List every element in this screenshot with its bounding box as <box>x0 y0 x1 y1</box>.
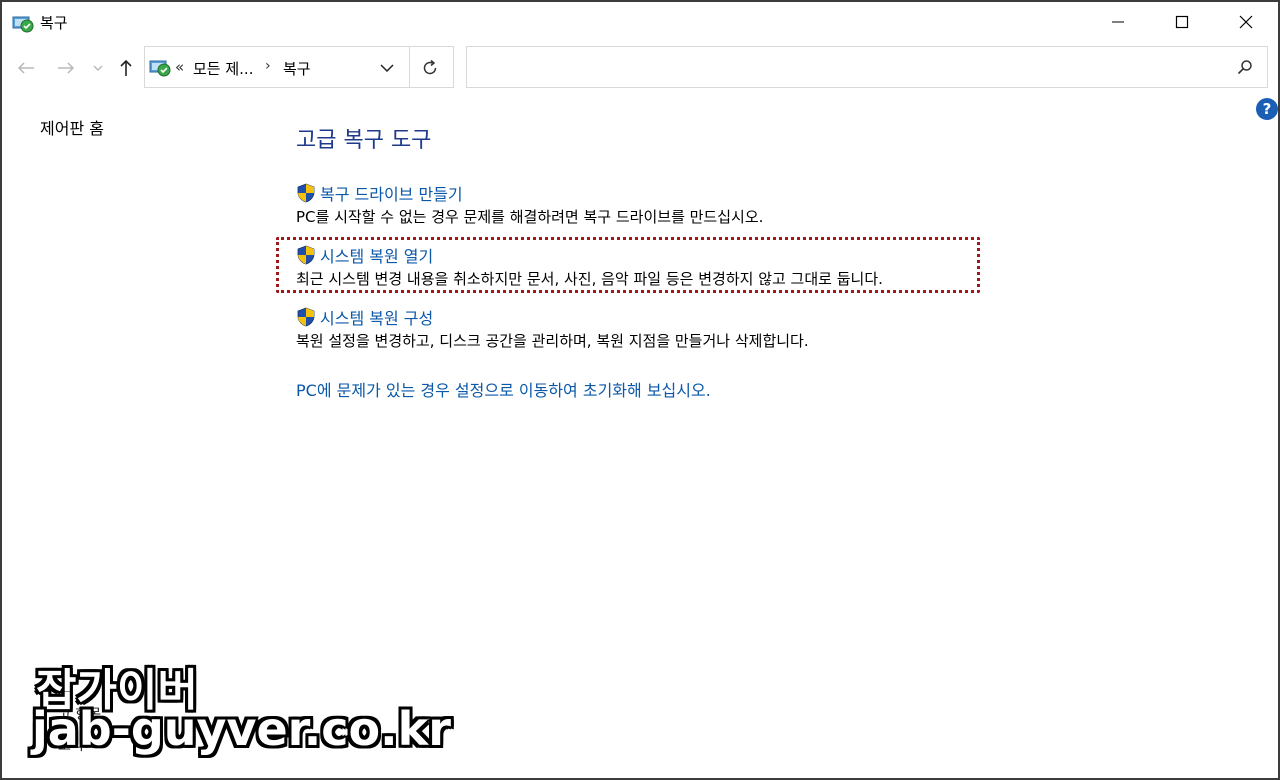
minimize-icon <box>1112 21 1124 23</box>
address-divider <box>409 47 410 87</box>
refresh-icon <box>423 59 437 75</box>
search-icon[interactable] <box>1237 59 1253 75</box>
close-icon <box>1239 15 1253 29</box>
search-input[interactable] <box>473 53 1223 81</box>
search-box[interactable] <box>466 46 1268 88</box>
refresh-button[interactable] <box>419 57 441 79</box>
recent-locations-button[interactable] <box>90 58 106 78</box>
arrow-up-icon <box>120 59 132 76</box>
task-configure-system-restore: 시스템 복원 구성 복원 설정을 변경하고, 디스크 공간을 관리하며, 복원 … <box>296 306 809 351</box>
title-bar: 복구 <box>2 2 1278 42</box>
recovery-app-icon <box>12 16 34 33</box>
reset-pc-link[interactable]: PC에 문제가 있는 경우 설정으로 이동하여 초기화해 보십시오. <box>296 377 711 401</box>
navigation-bar: « 모든 제... › 복구 <box>2 46 1278 90</box>
address-bar[interactable]: « 모든 제... › 복구 <box>144 46 454 88</box>
up-button[interactable] <box>116 58 136 78</box>
arrow-left-icon <box>17 62 34 74</box>
forward-button[interactable] <box>56 58 76 78</box>
control-panel-icon <box>149 60 171 77</box>
chevron-down-icon <box>380 64 394 73</box>
minimize-button[interactable] <box>1086 2 1150 42</box>
chevron-down-icon <box>93 65 103 71</box>
back-button[interactable] <box>16 58 36 78</box>
breadcrumb-separator[interactable]: › <box>265 58 271 74</box>
maximize-button[interactable] <box>1150 2 1214 42</box>
breadcrumb-all-control-panel[interactable]: 모든 제... <box>193 58 253 79</box>
highlight-annotation <box>276 237 980 293</box>
task-description: 복원 설정을 변경하고, 디스크 공간을 관리하며, 복원 지점을 만들거나 삭… <box>296 332 809 350</box>
task-create-recovery-drive: 복구 드라이브 만들기 PC를 시작할 수 없는 경우 문제를 해결하려면 복구… <box>296 182 763 227</box>
page-title: 고급 복구 도구 <box>296 128 432 153</box>
arrow-right-icon <box>58 62 75 74</box>
uac-shield-icon <box>297 183 315 203</box>
watermark-url: jab-guyver.co.kr <box>32 702 451 756</box>
close-button[interactable] <box>1214 2 1278 42</box>
configure-system-restore-link[interactable]: 시스템 복원 구성 <box>320 305 433 329</box>
breadcrumb-recovery[interactable]: 복구 <box>283 58 311 79</box>
maximize-icon <box>1175 15 1189 29</box>
task-description: PC를 시작할 수 없는 경우 문제를 해결하려면 복구 드라이브를 만드십시오… <box>296 208 764 226</box>
uac-shield-icon <box>297 307 315 327</box>
address-dropdown-button[interactable] <box>377 59 397 77</box>
control-panel-window: 복구 « 모든 제... › 복구 ? 제어판 홈 고급 복구 도구 복구 드라… <box>0 0 1280 780</box>
help-icon[interactable]: ? <box>1256 98 1278 120</box>
address-overflow[interactable]: « <box>175 58 184 76</box>
create-recovery-drive-link[interactable]: 복구 드라이브 만들기 <box>320 181 463 205</box>
control-panel-home-link[interactable]: 제어판 홈 <box>40 115 104 139</box>
window-title: 복구 <box>40 14 68 32</box>
